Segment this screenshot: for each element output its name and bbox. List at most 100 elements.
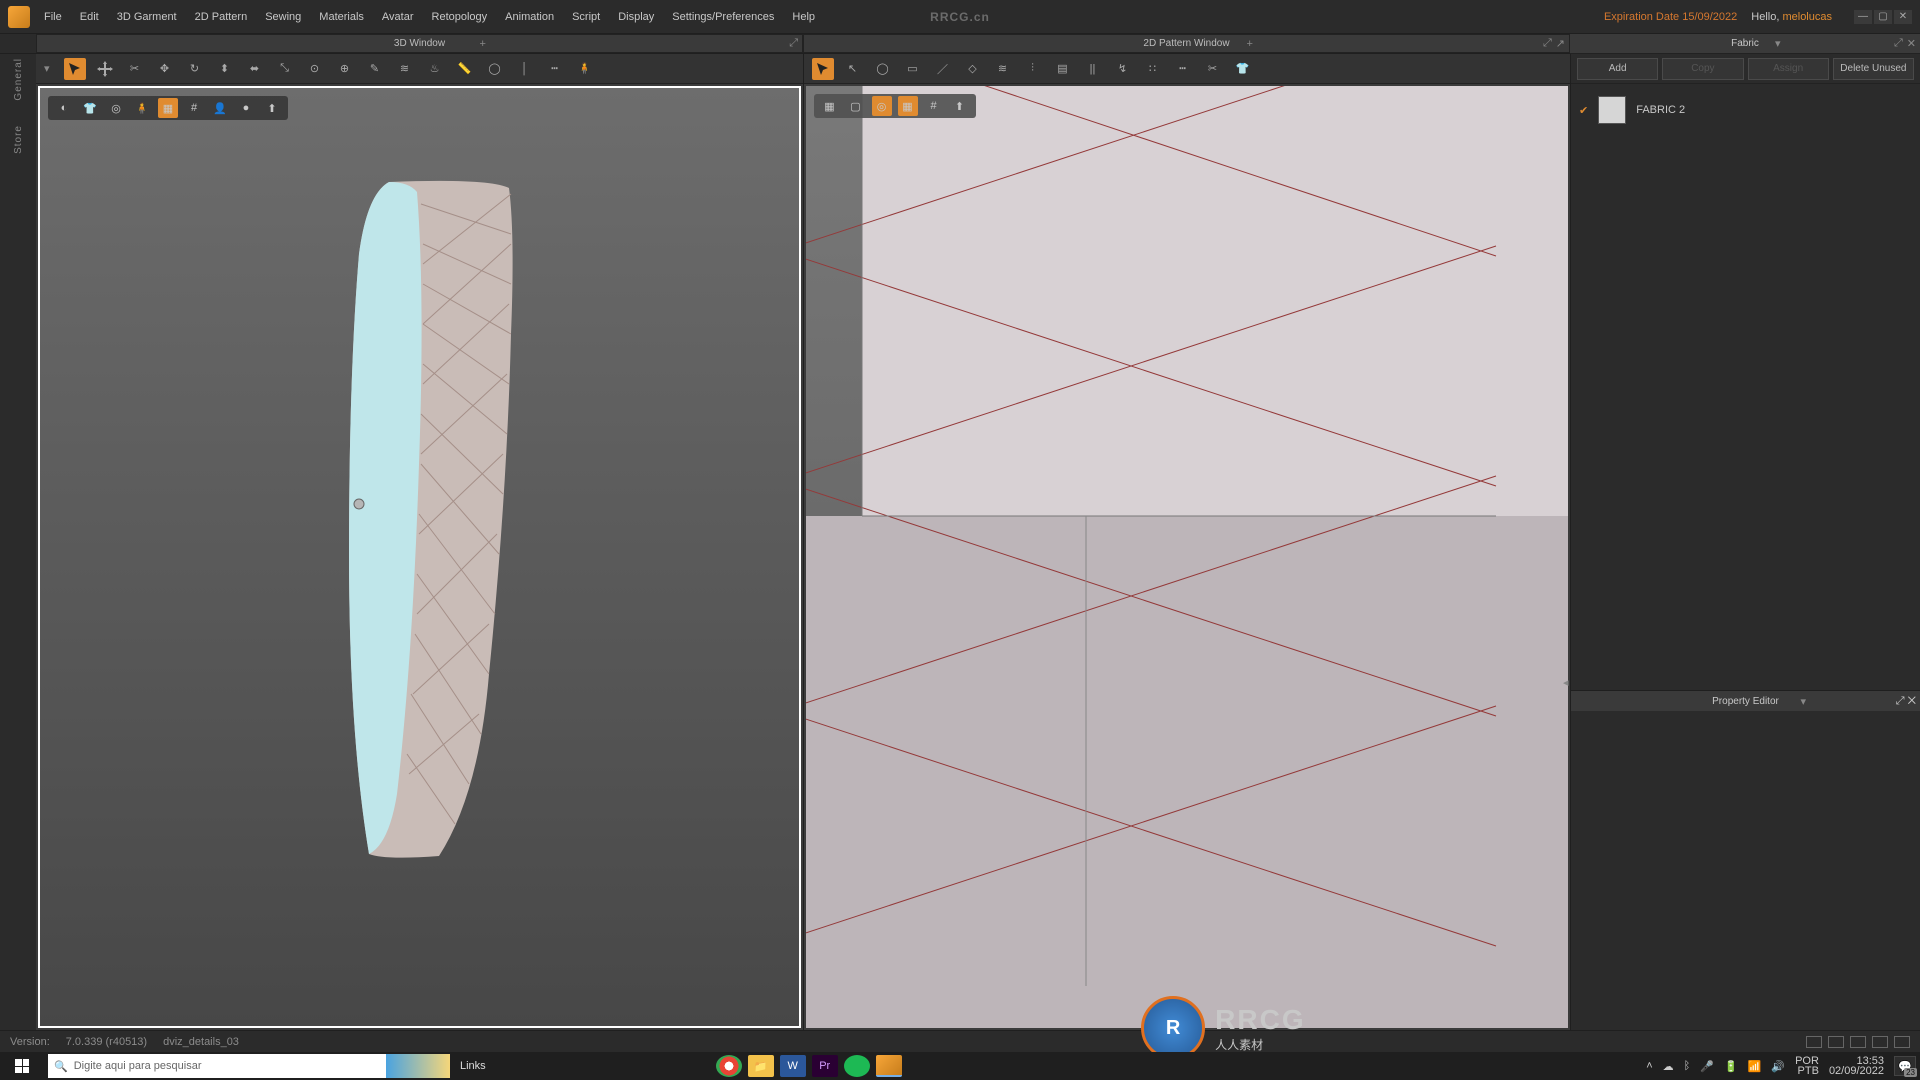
tray-chevron-icon[interactable]: ˄ <box>1646 1060 1652 1072</box>
layout-1-icon[interactable] <box>1806 1036 1822 1048</box>
avatar-skin-icon[interactable]: 👤 <box>210 98 230 118</box>
sculpt-tool-icon[interactable]: ✎ <box>364 58 386 80</box>
2d-viewport[interactable]: ▦ ▢ ◎ ▦ # ⬆ <box>806 86 1569 1028</box>
tray-mic-icon[interactable]: 🎤 <box>1700 1060 1714 1073</box>
move-tool-icon[interactable] <box>94 58 116 80</box>
zipper-tool-icon[interactable]: │ <box>514 58 536 80</box>
menu-sewing[interactable]: Sewing <box>265 11 301 23</box>
topstitch-tool-icon[interactable]: ┅ <box>544 58 566 80</box>
menu-retopology[interactable]: Retopology <box>432 11 488 23</box>
export-2d-icon[interactable]: ⬆ <box>950 96 970 116</box>
delete-unused-fabric-button[interactable]: Delete Unused <box>1833 58 1914 80</box>
layout-2-icon[interactable] <box>1828 1036 1844 1048</box>
fold-2d-tool-icon[interactable]: ↯ <box>1112 58 1134 80</box>
sidebar-general[interactable]: General <box>13 58 24 101</box>
prop-dropdown-icon[interactable]: ▾ <box>1801 695 1807 708</box>
tray-wifi-icon[interactable]: 📶 <box>1748 1060 1762 1073</box>
links-button[interactable]: Links <box>450 1060 496 1072</box>
edit2d-tool-icon[interactable]: ↖ <box>842 58 864 80</box>
avatar-vis-icon[interactable]: 🧍 <box>132 98 152 118</box>
tray-locale[interactable]: POR PTB <box>1795 1056 1819 1076</box>
prop-expand-icon[interactable]: ⤢ <box>1896 695 1905 707</box>
add-3d-tab-icon[interactable]: + <box>480 38 486 50</box>
explorer-icon[interactable]: 📁 <box>748 1055 774 1077</box>
smooth-tool-icon[interactable]: ≋ <box>394 58 416 80</box>
menu-settings[interactable]: Settings/Preferences <box>672 11 774 23</box>
render-vis-icon[interactable]: ● <box>236 98 256 118</box>
line-tool-icon[interactable]: ／ <box>932 58 954 80</box>
attach-tool-icon[interactable]: ⊕ <box>334 58 356 80</box>
word-icon[interactable]: W <box>780 1055 806 1077</box>
tab-pop-2d-icon[interactable]: ↗ <box>1556 37 1565 50</box>
username[interactable]: melolucas <box>1782 11 1832 23</box>
tray-bluetooth-icon[interactable]: ᛒ <box>1684 1060 1691 1072</box>
bind-tool-icon[interactable]: ∷ <box>1142 58 1164 80</box>
menu-avatar[interactable]: Avatar <box>382 11 414 23</box>
chrome-icon[interactable] <box>716 1055 742 1077</box>
layout-3-icon[interactable] <box>1850 1036 1866 1048</box>
menu-edit[interactable]: Edit <box>80 11 99 23</box>
prop-close-icon[interactable]: ✕ <box>1908 695 1916 707</box>
cut-2d-tool-icon[interactable]: ✂ <box>1202 58 1224 80</box>
start-button[interactable] <box>0 1052 44 1080</box>
garment-vis-icon[interactable]: 👕 <box>80 98 100 118</box>
tab-expand-2d-icon[interactable]: ⤢ <box>1543 37 1552 50</box>
property-editor-header[interactable]: Property Editor ▾ ⤢ ✕ <box>1571 691 1920 711</box>
menu-display[interactable]: Display <box>618 11 654 23</box>
tab-3d-window[interactable]: 3D Window + ⤢ <box>36 34 803 53</box>
flatten-tool-icon[interactable]: ⬌ <box>244 58 266 80</box>
select2d-tool-icon[interactable] <box>812 58 834 80</box>
fabric-item[interactable]: ✔ FABRIC 2 <box>1579 92 1912 128</box>
premiere-icon[interactable]: Pr <box>812 1055 838 1077</box>
avatar-pose-tool-icon[interactable]: 🧍 <box>574 58 596 80</box>
maximize-icon[interactable]: ▢ <box>1874 10 1892 24</box>
marvelous-designer-icon[interactable] <box>876 1055 902 1077</box>
menu-help[interactable]: Help <box>792 11 815 23</box>
arrange-tool-icon[interactable]: ⬍ <box>214 58 236 80</box>
highlight-vis-icon[interactable]: ▦ <box>158 98 178 118</box>
seam-allow-tool-icon[interactable]: ▤ <box>1052 58 1074 80</box>
tray-clock[interactable]: 13:53 02/09/2022 <box>1829 1056 1884 1076</box>
layout-5-icon[interactable] <box>1894 1036 1910 1048</box>
trace-tool-icon[interactable]: ≋ <box>992 58 1014 80</box>
ellipse-tool-icon[interactable]: ◯ <box>872 58 894 80</box>
panel-close-icon[interactable]: ✕ <box>1907 37 1916 50</box>
3d-viewport[interactable]: ◐ 👕 ◎ 🧍 ▦ # 👤 ● ⬆ <box>38 86 801 1028</box>
taskbar-search[interactable]: 🔍 Digite aqui para pesquisar <box>48 1054 388 1078</box>
steam-tool-icon[interactable]: ♨ <box>424 58 446 80</box>
texture-vis-icon[interactable]: ◎ <box>106 98 126 118</box>
dart-tool-icon[interactable]: ◇ <box>962 58 984 80</box>
spotify-icon[interactable] <box>844 1055 870 1077</box>
tray-onedrive-icon[interactable]: ☁ <box>1663 1060 1674 1073</box>
tray-battery-icon[interactable]: 🔋 <box>1724 1060 1738 1073</box>
tack-tool-icon[interactable]: ⊙ <box>304 58 326 80</box>
notch-tool-icon[interactable]: ⫶ <box>1022 58 1044 80</box>
fabric-panel-tab[interactable]: Fabric ▾ ⤢✕ <box>1570 34 1920 54</box>
tab-2d-pattern-window[interactable]: 2D Pattern Window + ⤢↗ <box>803 34 1570 53</box>
grid-toggle-icon[interactable]: ▦ <box>820 96 840 116</box>
select-tool-icon[interactable] <box>64 58 86 80</box>
weather-widget[interactable] <box>386 1054 450 1078</box>
add-fabric-button[interactable]: Add <box>1577 58 1658 80</box>
menu-file[interactable]: File <box>44 11 62 23</box>
baseline-icon[interactable]: # <box>924 96 944 116</box>
fabric-swatch[interactable] <box>1598 96 1626 124</box>
garment-2d-tool-icon[interactable]: 👕 <box>1232 58 1254 80</box>
menu-3d-garment[interactable]: 3D Garment <box>117 11 177 23</box>
fabric-check-icon[interactable]: ✔ <box>1579 104 1588 117</box>
topstitch-2d-tool-icon[interactable]: ┅ <box>1172 58 1194 80</box>
layout-4-icon[interactable] <box>1872 1036 1888 1048</box>
add-2d-tab-icon[interactable]: + <box>1247 38 1253 50</box>
pin-tool-icon[interactable]: ✂ <box>124 58 146 80</box>
minimize-icon[interactable]: — <box>1854 10 1872 24</box>
export-vis-icon[interactable]: ⬆ <box>262 98 282 118</box>
rotate-tool-icon[interactable]: ↻ <box>184 58 206 80</box>
menu-animation[interactable]: Animation <box>505 11 554 23</box>
shade-toggle-icon[interactable]: ◐ <box>54 98 74 118</box>
menu-2d-pattern[interactable]: 2D Pattern <box>195 11 248 23</box>
tab-expand-icon[interactable]: ⤢ <box>789 37 798 50</box>
fabric-tab-dropdown-icon[interactable]: ▾ <box>1775 37 1781 50</box>
menu-materials[interactable]: Materials <box>319 11 364 23</box>
pattern-vis-icon[interactable]: ▢ <box>846 96 866 116</box>
menu-script[interactable]: Script <box>572 11 600 23</box>
